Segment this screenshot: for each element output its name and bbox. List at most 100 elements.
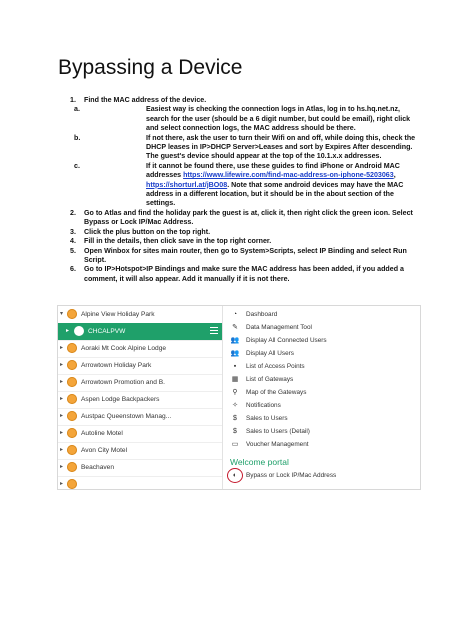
iphone-guide-link[interactable]: https://www.lifewire.com/find-mac-addres… (183, 171, 394, 179)
tree-item[interactable]: ▸ Austpac Queenstown Manag... (58, 408, 222, 426)
step-text: Click the plus button on the top right. (84, 227, 211, 236)
chevron-right-icon[interactable]: ▸ (66, 323, 69, 340)
menu-item-label: Display All Connected Users (246, 337, 327, 344)
gateway-icon: ▦ (231, 376, 239, 383)
menu-icon[interactable] (210, 327, 218, 335)
context-menu: ◔ Dashboard ✎ Data Management Tool 👥 Dis… (227, 306, 420, 489)
tree-item-label: Austpac Queenstown Manag... (81, 413, 172, 420)
substep-text-part: , (393, 171, 396, 180)
chevron-right-icon[interactable]: ▸ (60, 357, 63, 374)
menu-item-label: Display All Users (246, 350, 294, 357)
tree-item-label: Arrowtown Promotion and B. (81, 379, 165, 386)
tree-item-label: Alpine View Holiday Park (81, 311, 155, 318)
step-1: 1. Find the MAC address of the device. (58, 96, 418, 105)
step-3: 3. Click the plus button on the top righ… (58, 228, 418, 237)
substep-c: c. If it cannot be found there, use thes… (32, 162, 418, 209)
chevron-right-icon[interactable]: ▸ (60, 476, 63, 489)
chevron-right-icon[interactable]: ▸ (60, 459, 63, 476)
chevron-right-icon[interactable]: ▸ (60, 391, 63, 408)
tree-item-label: Beachaven (81, 464, 114, 471)
site-icon (67, 377, 77, 387)
step-6: 6. Go to IP>Hotspot>IP Bindings and make… (58, 265, 418, 284)
substep-letter: b. (74, 133, 81, 142)
tree-item-selected[interactable]: ▸ CHCALPVW (58, 323, 222, 341)
tree-item[interactable]: ▸ Aspen Lodge Backpackers (58, 391, 222, 409)
step-text: Go to Atlas and find the holiday park th… (84, 208, 413, 227)
menu-item-label: Voucher Management (246, 441, 309, 448)
steps-list: 1. Find the MAC address of the device. a… (58, 96, 418, 284)
tree-item-label: CHCALPVW (88, 328, 126, 335)
site-icon (67, 343, 77, 353)
step-1-substeps: a. Easiest way is checking the connectio… (58, 105, 418, 208)
chevron-right-icon[interactable]: ▸ (60, 442, 63, 459)
chevron-right-icon[interactable]: ▸ (60, 340, 63, 357)
site-icon (67, 360, 77, 370)
step-text: Fill in the details, then click save in … (84, 237, 272, 246)
tree-item-label: Aspen Lodge Backpackers (81, 396, 160, 403)
chevron-right-icon[interactable]: ▸ (60, 408, 63, 425)
site-tree: ▾ Alpine View Holiday Park ▸ CHCALPVW ▸ … (58, 306, 223, 489)
substep-letter: c. (74, 161, 80, 170)
android-guide-link[interactable]: https://shorturl.at/jBO08 (146, 181, 227, 189)
menu-item-label: Dashboard (246, 311, 278, 318)
tree-item-label: Avon City Motel (81, 447, 128, 454)
voucher-icon: ▭ (231, 441, 239, 448)
highlight-circle (227, 468, 243, 483)
substep-a: a. Easiest way is checking the connectio… (32, 105, 418, 133)
tree-item[interactable]: ▸ Arrowtown Holiday Park (58, 357, 222, 375)
substep-text: If not there, ask the user to turn their… (146, 133, 416, 161)
substep-letter: a. (74, 105, 80, 114)
chevron-right-icon[interactable]: ▸ (60, 374, 63, 391)
tree-item[interactable]: ▸ (58, 476, 222, 489)
menu-item-label: Map of the Gateways (246, 389, 307, 396)
dollar-icon: $ (233, 415, 237, 422)
site-icon (67, 309, 77, 319)
tree-item-label: Arrowtown Holiday Park (81, 362, 152, 369)
site-icon (67, 479, 77, 489)
atlas-screenshot: ▾ Alpine View Holiday Park ▸ CHCALPVW ▸ … (57, 305, 421, 490)
users-icon: 👥 (230, 337, 240, 344)
map-icon: ⚲ (232, 389, 238, 396)
tree-item[interactable]: ▸ Aoraki Mt Cook Alpine Lodge (58, 340, 222, 358)
substep-text: If it cannot be found there, use these g… (74, 162, 416, 209)
menu-item-label: List of Access Points (246, 363, 305, 370)
wrench-icon: ✎ (232, 324, 238, 331)
access-point-icon: ▪ (233, 363, 237, 370)
chevron-right-icon[interactable]: ▸ (60, 425, 63, 442)
step-5: 5. Open Winbox for sites main router, th… (58, 247, 418, 266)
site-icon (67, 394, 77, 404)
tree-item[interactable]: ▸ Autoline Motel (58, 425, 222, 443)
dashboard-icon: ◔ (232, 311, 238, 318)
step-4: 4. Fill in the details, then click save … (58, 237, 418, 246)
site-icon (67, 445, 77, 455)
menu-item-label: Sales to Users (Detail) (246, 428, 310, 435)
step-number: 3. (70, 227, 76, 236)
tree-item[interactable]: ▸ Arrowtown Promotion and B. (58, 374, 222, 392)
substep-text: Easiest way is checking the connection l… (146, 105, 411, 133)
section-title: Welcome portal (230, 457, 289, 467)
menu-item-label: Data Management Tool (246, 324, 312, 331)
step-text: Go to IP>Hotspot>IP Bindings and make su… (84, 265, 404, 283)
step-number: 5. (70, 246, 76, 255)
chevron-down-icon[interactable]: ▾ (60, 306, 63, 323)
site-icon (67, 428, 77, 438)
tree-item[interactable]: ▸ Avon City Motel (58, 442, 222, 460)
menu-item-label: Bypass or Lock IP/Mac Address (246, 472, 337, 479)
substep-b: b. If not there, ask the user to turn th… (32, 134, 418, 162)
site-icon (67, 462, 77, 472)
bell-icon: ✧ (232, 402, 238, 409)
step-number: 6. (70, 265, 76, 274)
tree-item[interactable]: ▸ Beachaven (58, 459, 222, 477)
step-number: 2. (70, 208, 76, 217)
tree-item-label: Autoline Motel (81, 430, 123, 437)
step-2: 2. Go to Atlas and find the holiday park… (58, 209, 418, 228)
site-icon (67, 411, 77, 421)
step-text: Open Winbox for sites main router, then … (84, 246, 407, 264)
step-number: 4. (70, 237, 76, 246)
menu-item-label: List of Gateways (246, 376, 294, 383)
users-icon: 👥 (230, 350, 240, 357)
menu-item-label: Notifications (246, 402, 281, 409)
router-icon[interactable] (74, 326, 84, 336)
page-title: Bypassing a Device (58, 56, 243, 79)
tree-item[interactable]: ▾ Alpine View Holiday Park (58, 306, 222, 324)
